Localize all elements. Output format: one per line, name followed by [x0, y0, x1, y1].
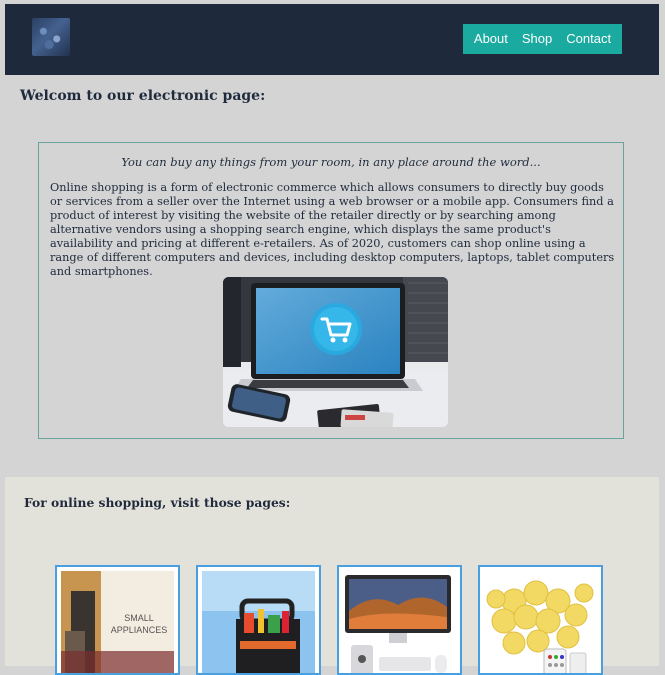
site-logo[interactable] [32, 18, 70, 56]
laptop-shopping-image [223, 277, 448, 427]
computers-image [343, 571, 456, 673]
shop-section: For online shopping, visit those pages: … [5, 477, 659, 675]
intro-description: Online shopping is a form of electronic … [50, 181, 615, 278]
tools-link[interactable] [196, 565, 321, 675]
lights-image [484, 571, 597, 673]
small-appliances-image: SMALL APPLIANCES [61, 571, 174, 673]
nav-about[interactable]: About [467, 24, 515, 54]
computers-link[interactable] [337, 565, 462, 675]
lights-link[interactable] [478, 565, 603, 675]
small-appliances-link[interactable]: SMALL APPLIANCES [55, 565, 180, 675]
nav-shop[interactable]: Shop [515, 24, 559, 54]
main-nav: About Shop Contact [463, 24, 622, 54]
svg-text:APPLIANCES: APPLIANCES [111, 625, 168, 635]
shop-section-title: For online shopping, visit those pages: [24, 495, 291, 510]
tools-image [202, 571, 315, 673]
nav-contact[interactable]: Contact [559, 24, 618, 54]
intro-box: You can buy any things from your room, i… [38, 142, 624, 439]
laptop-cart-illustration [223, 277, 448, 427]
intro-tagline: You can buy any things from your room, i… [121, 155, 541, 169]
svg-text:SMALL: SMALL [124, 613, 154, 623]
page-title: Welcom to our electronic page: [20, 88, 266, 104]
site-header: About Shop Contact [5, 4, 659, 75]
